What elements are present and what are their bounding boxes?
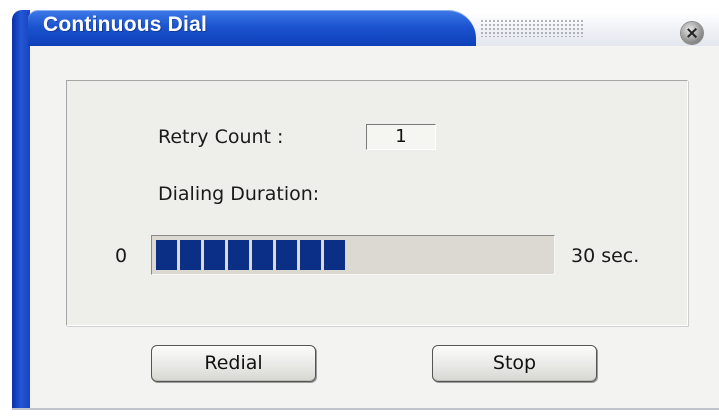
progress-segment: [300, 240, 321, 270]
dialing-progress-bar: [151, 235, 555, 275]
progress-fill: [156, 240, 345, 270]
stop-button[interactable]: Stop: [432, 345, 597, 382]
dialing-duration-label: Dialing Duration:: [158, 183, 320, 205]
progress-min-label: 0: [115, 245, 128, 267]
progress-segment: [276, 240, 297, 270]
window-bottom-border: [12, 408, 719, 410]
continuous-dial-window: Continuous Dial Retry Count : 1 Dialing …: [0, 0, 719, 416]
redial-button[interactable]: Redial: [151, 345, 316, 382]
progress-segment: [156, 240, 177, 270]
progress-segment: [180, 240, 201, 270]
window-title: Continuous Dial: [43, 13, 207, 36]
retry-count-label: Retry Count :: [158, 126, 284, 148]
retry-count-value: 1: [366, 124, 436, 150]
progress-max-label: 30 sec.: [571, 245, 640, 267]
drag-grip[interactable]: [480, 19, 584, 37]
progress-segment: [228, 240, 249, 270]
close-icon[interactable]: [681, 22, 703, 44]
progress-segment: [204, 240, 225, 270]
window-left-border: [12, 10, 30, 410]
progress-segment: [324, 240, 345, 270]
progress-segment: [252, 240, 273, 270]
